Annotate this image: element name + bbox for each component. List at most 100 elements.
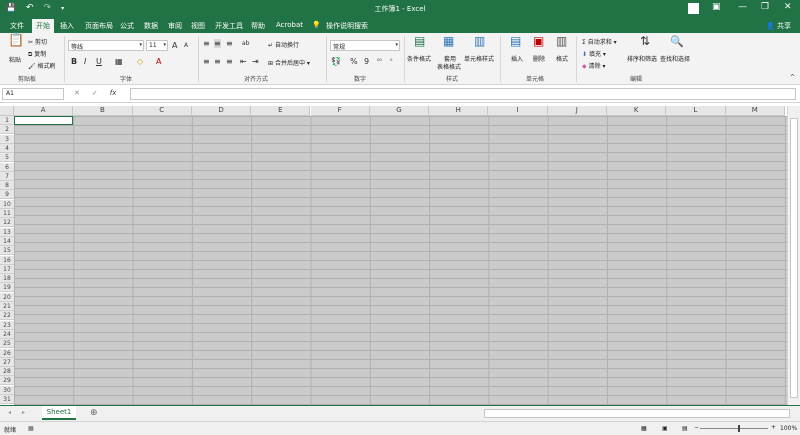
row-header[interactable]: 13: [0, 227, 14, 237]
collapse-ribbon-icon[interactable]: ^: [790, 74, 795, 81]
tab-formulas[interactable]: 公式: [120, 21, 134, 31]
tab-file[interactable]: 文件: [10, 21, 24, 31]
row-header[interactable]: 14: [0, 236, 14, 246]
percent-button[interactable]: %: [350, 57, 358, 66]
decrease-indent-icon[interactable]: ⇤: [240, 57, 247, 66]
row-header[interactable]: 10: [0, 199, 14, 209]
increase-font-icon[interactable]: A: [172, 41, 177, 50]
find-select-icon[interactable]: 🔍: [670, 36, 684, 47]
row-header[interactable]: 12: [0, 218, 14, 228]
currency-icon[interactable]: 💱: [331, 57, 341, 66]
align-left-icon[interactable]: ≡: [203, 57, 210, 66]
column-header[interactable]: E: [251, 106, 311, 116]
normal-view-icon[interactable]: ▦: [641, 425, 647, 432]
minimize-icon[interactable]: —: [738, 2, 747, 12]
tell-me-icon[interactable]: 💡: [312, 21, 321, 29]
paste-button[interactable]: 粘贴: [9, 55, 21, 64]
row-header[interactable]: 24: [0, 329, 14, 339]
insert-cells-button[interactable]: 插入: [511, 54, 523, 63]
font-size-select[interactable]: 11 ▾: [146, 40, 168, 51]
tab-review[interactable]: 审阅: [168, 21, 182, 31]
macro-record-icon[interactable]: ▦: [28, 425, 34, 432]
column-header[interactable]: B: [73, 106, 133, 116]
insert-function-icon[interactable]: fx: [110, 89, 117, 97]
row-header[interactable]: 29: [0, 376, 14, 386]
row-header[interactable]: 8: [0, 181, 14, 191]
row-header[interactable]: 6: [0, 162, 14, 172]
row-header[interactable]: 22: [0, 311, 14, 321]
page-layout-icon[interactable]: ▣: [662, 425, 668, 432]
align-top-icon[interactable]: ≡: [203, 39, 210, 48]
next-sheet-icon[interactable]: ▸: [22, 409, 25, 416]
decrease-font-icon[interactable]: A: [184, 41, 188, 50]
border-icon[interactable]: ▦: [115, 57, 123, 66]
column-header[interactable]: L: [666, 106, 726, 116]
tab-view[interactable]: 视图: [191, 21, 205, 31]
active-cell[interactable]: [14, 116, 73, 125]
enter-icon[interactable]: ✓: [92, 89, 98, 97]
row-header[interactable]: 28: [0, 367, 14, 377]
orientation-icon[interactable]: ab: [242, 39, 250, 48]
cell-styles-button[interactable]: 单元格样式: [464, 54, 494, 63]
merge-center-button[interactable]: ⊞ 合并后居中 ▾: [268, 58, 310, 67]
font-name-select[interactable]: 等线 ▾: [68, 40, 144, 51]
cancel-icon[interactable]: ✕: [74, 89, 80, 97]
cell-styles-icon[interactable]: ▥: [474, 35, 485, 47]
underline-button[interactable]: U: [96, 57, 102, 66]
row-header[interactable]: 7: [0, 171, 14, 181]
delete-cells-button[interactable]: 删除: [533, 54, 545, 63]
row-header[interactable]: 26: [0, 348, 14, 358]
select-all-corner[interactable]: [0, 106, 14, 116]
align-center-icon[interactable]: ≡: [214, 57, 221, 66]
delete-cells-icon[interactable]: ▣: [533, 35, 544, 47]
row-header[interactable]: 9: [0, 190, 14, 200]
row-header[interactable]: 23: [0, 320, 14, 330]
sort-filter-icon[interactable]: ⇅: [640, 35, 650, 47]
tab-data[interactable]: 数据: [144, 21, 158, 31]
italic-button[interactable]: I: [84, 57, 86, 66]
zoom-in-button[interactable]: +: [771, 424, 776, 431]
row-header[interactable]: 27: [0, 357, 14, 367]
row-header[interactable]: 30: [0, 385, 14, 395]
format-cells-button[interactable]: 格式: [556, 54, 568, 63]
insert-cells-icon[interactable]: ▤: [510, 35, 521, 47]
tab-help[interactable]: 帮助: [251, 21, 265, 31]
close-icon[interactable]: ✕: [784, 2, 792, 12]
tab-page-layout[interactable]: 页面布局: [85, 21, 113, 31]
align-middle-icon[interactable]: ≡: [214, 39, 221, 48]
row-header[interactable]: 2: [0, 125, 14, 135]
row-header[interactable]: 18: [0, 274, 14, 284]
column-header[interactable]: G: [369, 106, 430, 116]
row-header[interactable]: 31: [0, 395, 14, 404]
column-header[interactable]: F: [310, 106, 370, 116]
row-header[interactable]: 11: [0, 209, 14, 218]
tab-insert[interactable]: 插入: [60, 21, 74, 31]
zoom-slider[interactable]: [700, 428, 768, 429]
conditional-format-icon[interactable]: ▤: [414, 35, 425, 47]
formula-input[interactable]: [130, 88, 796, 100]
sheet-tab[interactable]: Sheet1: [42, 406, 76, 420]
tell-me-search[interactable]: 操作说明搜索: [326, 21, 368, 31]
restore-icon[interactable]: ❐: [761, 2, 769, 12]
column-header[interactable]: J: [547, 106, 607, 116]
row-header[interactable]: 17: [0, 264, 14, 274]
increase-decimal-icon[interactable]: ⁰⁰: [377, 57, 382, 66]
prev-sheet-icon[interactable]: ◂: [8, 409, 11, 416]
name-box[interactable]: A1: [2, 88, 64, 100]
font-color-icon[interactable]: A: [156, 57, 161, 66]
autosum-button[interactable]: Σ 自动求和 ▾: [582, 37, 617, 46]
row-header[interactable]: 20: [0, 292, 14, 302]
find-select-button[interactable]: 查找和选择: [660, 54, 690, 63]
format-table-icon[interactable]: ▦: [443, 35, 454, 47]
page-break-icon[interactable]: ▤: [682, 425, 688, 432]
zoom-out-button[interactable]: −: [694, 424, 699, 431]
fill-button[interactable]: ⬇ 填充 ▾: [582, 49, 606, 58]
cut-button[interactable]: ✂ 剪切: [28, 37, 47, 46]
row-header[interactable]: 5: [0, 153, 14, 163]
vertical-scrollbar[interactable]: [787, 106, 800, 405]
number-format-select[interactable]: 常规 ▾: [330, 40, 400, 51]
paste-icon[interactable]: 📋: [8, 34, 24, 47]
increase-indent-icon[interactable]: ⇥: [252, 57, 259, 66]
conditional-format-button[interactable]: 条件格式: [407, 54, 431, 63]
row-header[interactable]: 4: [0, 143, 14, 153]
